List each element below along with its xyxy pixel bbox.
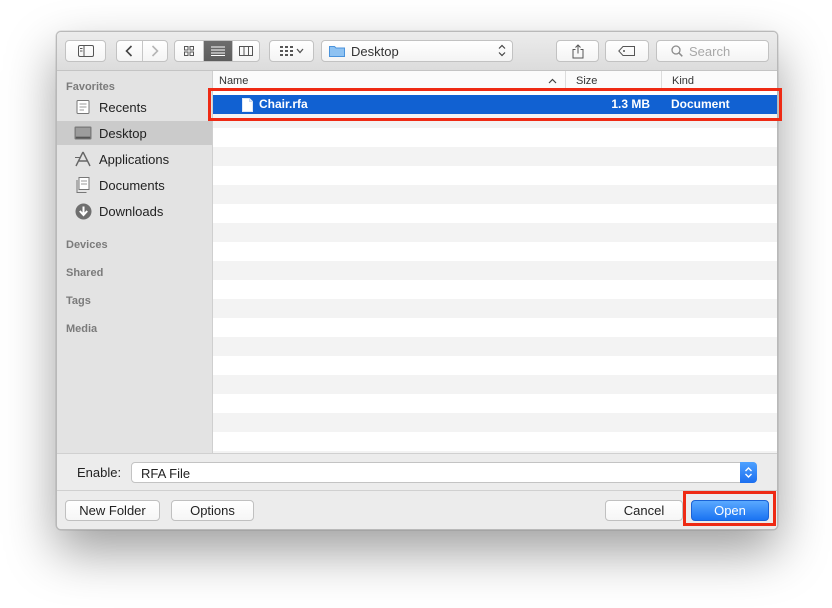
sidebar-section-favorites: Favorites — [66, 81, 115, 93]
file-list-header: Name Size Kind — [213, 71, 777, 91]
sidebar-item-label: Downloads — [99, 203, 164, 219]
list-lines-icon — [210, 46, 225, 56]
column-label: Kind — [672, 75, 695, 87]
search-icon — [671, 45, 683, 57]
share-button[interactable] — [556, 40, 599, 62]
column-header-size[interactable]: Size — [565, 71, 661, 90]
nav-back-forward — [116, 40, 168, 62]
document-icon — [242, 98, 253, 112]
desktop-icon — [73, 123, 93, 143]
location-label: Desktop — [351, 43, 399, 59]
cancel-button[interactable]: Cancel — [605, 500, 683, 521]
sidebar-toggle-icon — [77, 45, 94, 57]
sidebar-item-label: Documents — [99, 177, 165, 193]
column-view-button[interactable] — [231, 41, 259, 61]
sidebar: Favorites Recents Desktop Applications D… — [57, 71, 213, 453]
popup-arrows-icon — [498, 44, 506, 57]
sidebar-section-shared[interactable]: Shared — [66, 267, 103, 279]
sidebar-toggle-button[interactable] — [65, 40, 106, 62]
file-size: 1.3 MB — [611, 97, 650, 111]
open-button[interactable]: Open — [691, 500, 769, 521]
file-name: Chair.rfa — [259, 97, 308, 111]
arrange-menu-button[interactable] — [269, 40, 314, 62]
file-type-popup[interactable]: RFA File — [131, 462, 757, 483]
column-label: Name — [219, 75, 249, 87]
sidebar-item-label: Desktop — [99, 125, 147, 141]
tag-icon — [618, 46, 635, 56]
column-header-name[interactable]: Name — [213, 71, 565, 90]
file-list: Name Size Kind Chair.rfa 1.3 MB Document — [213, 71, 777, 453]
new-folder-button[interactable]: New Folder — [65, 500, 160, 521]
open-file-dialog: Desktop Search Favorites Recents Desktop… — [56, 31, 778, 530]
chevron-right-icon — [151, 45, 159, 57]
chevron-down-icon — [296, 48, 303, 54]
sidebar-item-label: Recents — [99, 99, 147, 115]
file-kind: Document — [671, 97, 730, 111]
sidebar-item-desktop[interactable]: Desktop — [57, 121, 212, 145]
back-button[interactable] — [117, 41, 142, 61]
sidebar-item-documents[interactable]: Documents — [57, 173, 212, 197]
sidebar-item-label: Applications — [99, 151, 170, 167]
toolbar: Desktop Search — [57, 32, 777, 71]
sidebar-section-tags[interactable]: Tags — [66, 295, 91, 307]
column-header-kind[interactable]: Kind — [661, 71, 777, 90]
list-view-button[interactable] — [203, 41, 232, 61]
forward-button[interactable] — [141, 41, 167, 61]
icon-grid-icon — [184, 46, 195, 56]
button-bar: New Folder Options Cancel Open — [57, 490, 777, 529]
sort-ascending-icon — [548, 78, 557, 84]
documents-icon — [73, 175, 93, 195]
tags-button[interactable] — [605, 40, 649, 62]
sidebar-section-devices[interactable]: Devices — [66, 239, 108, 251]
location-popup[interactable]: Desktop — [321, 40, 513, 62]
icon-view-button[interactable] — [175, 41, 203, 61]
sidebar-item-downloads[interactable]: Downloads — [57, 199, 212, 223]
share-icon — [572, 43, 583, 58]
sidebar-item-recents[interactable]: Recents — [57, 95, 212, 119]
sidebar-item-applications[interactable]: Applications — [57, 147, 212, 171]
column-label: Size — [576, 75, 598, 87]
applications-icon — [73, 149, 93, 169]
search-placeholder: Search — [689, 43, 731, 59]
file-rows: Chair.rfa 1.3 MB Document — [213, 90, 777, 453]
file-type-value: RFA File — [141, 466, 191, 481]
view-mode-segments — [174, 40, 260, 62]
enable-bar: Enable: RFA File — [57, 453, 777, 490]
popup-stepper-icon — [740, 462, 757, 483]
arrange-grid-icon — [279, 46, 293, 56]
columns-icon — [238, 46, 253, 56]
chevron-left-icon — [125, 45, 133, 57]
file-row-selected[interactable]: Chair.rfa 1.3 MB Document — [213, 95, 777, 114]
search-field[interactable]: Search — [656, 40, 769, 62]
recents-icon — [73, 97, 93, 117]
downloads-icon — [73, 201, 93, 221]
enable-label: Enable: — [77, 465, 122, 480]
sidebar-section-media[interactable]: Media — [66, 323, 97, 335]
options-button[interactable]: Options — [171, 500, 254, 521]
folder-icon — [329, 46, 345, 57]
